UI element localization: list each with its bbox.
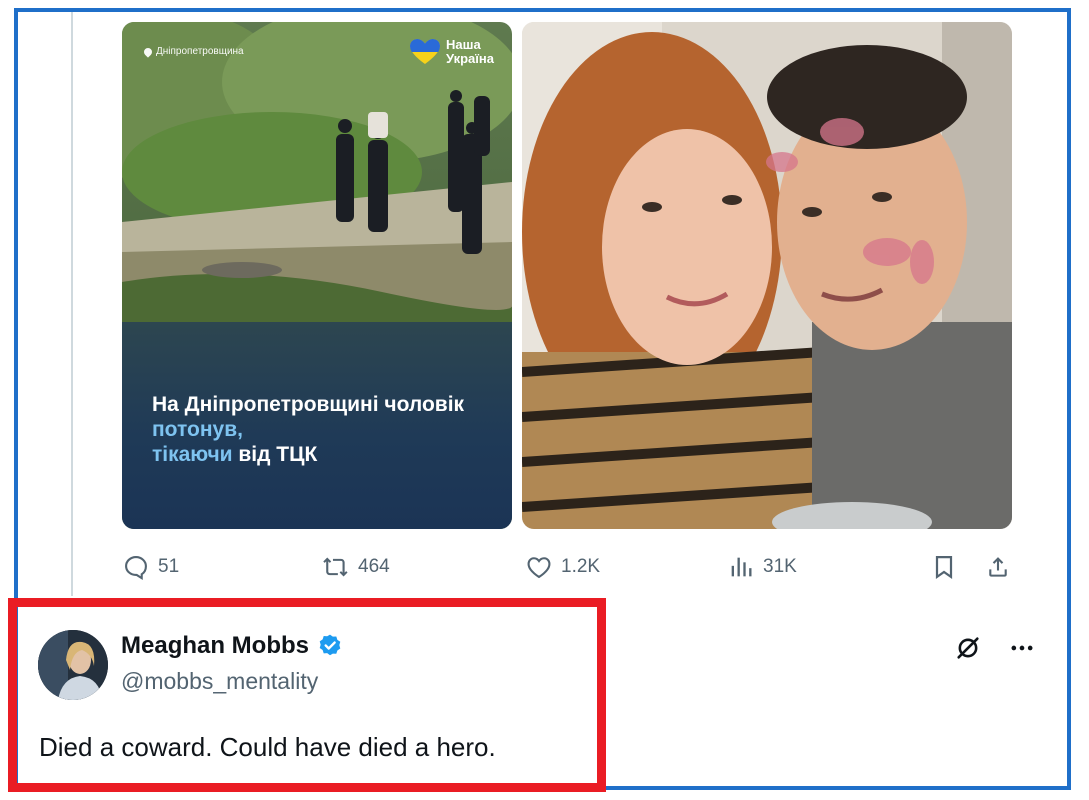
location-text: Дніпропетровщина xyxy=(156,46,244,57)
headline-text-2: від ТЦК xyxy=(232,443,318,466)
selfie-scene xyxy=(522,22,1012,529)
share-icon xyxy=(989,557,1007,577)
headline-accent-1: потонув, xyxy=(152,418,243,441)
bookmark-action[interactable] xyxy=(930,553,958,581)
views-bar-chart-icon xyxy=(731,557,752,577)
bookmark-icon xyxy=(935,555,953,580)
ukraine-heart-icon xyxy=(409,39,440,64)
red-highlight-box xyxy=(8,598,606,792)
views-action[interactable]: 31K xyxy=(727,553,797,581)
brand-line2: Україна xyxy=(445,51,494,66)
headline-text-1: На Дніпропетровщині чоловік xyxy=(152,393,465,416)
selfie-photo[interactable] xyxy=(522,22,1012,529)
brand-logo: Наша Україна xyxy=(409,37,494,66)
repost-icon xyxy=(323,557,348,577)
reply-bubble-icon xyxy=(125,556,147,580)
more-options-icon[interactable] xyxy=(1008,634,1036,662)
location-pin-icon xyxy=(142,45,154,58)
reply-header-actions xyxy=(954,634,1036,662)
thread-line xyxy=(71,12,73,596)
like-count: 1.2K xyxy=(561,556,601,577)
share-action[interactable] xyxy=(984,553,1012,581)
repost-count: 464 xyxy=(358,556,390,577)
reply-count: 51 xyxy=(158,556,180,577)
news-image[interactable]: Дніпропетровщина Наша Україна На Дніпроп… xyxy=(122,22,512,529)
headline-accent-2: тікаючи xyxy=(152,443,233,466)
like-action[interactable]: 1.2K xyxy=(525,553,600,581)
repost-action[interactable]: 464 xyxy=(322,553,390,581)
location-label: Дніпропетровщина xyxy=(142,45,244,58)
post-action-bar: 51 464 1.2K 31K xyxy=(122,553,1022,589)
news-headline: На Дніпропетровщині чоловік потонув, тік… xyxy=(152,392,492,467)
views-count: 31K xyxy=(763,556,797,577)
grok-icon[interactable] xyxy=(954,634,982,662)
heart-icon xyxy=(527,557,551,579)
reply-action[interactable]: 51 xyxy=(122,553,179,581)
brand-line1: Наша xyxy=(445,37,481,52)
